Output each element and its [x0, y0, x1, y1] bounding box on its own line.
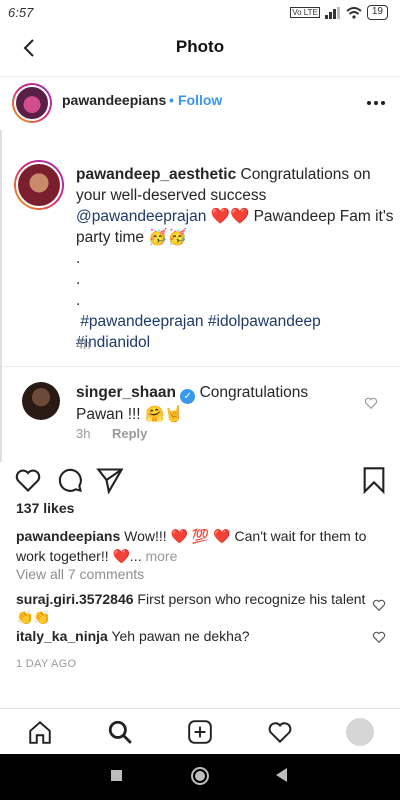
more-dots-icon[interactable]	[366, 99, 386, 107]
page-title: Photo	[175, 37, 225, 56]
caption-dot: .	[76, 250, 81, 267]
heart-icon[interactable]	[364, 396, 378, 410]
like-count[interactable]: 137 likes	[16, 500, 74, 516]
follow-button[interactable]: Follow	[178, 92, 222, 108]
heart-icon[interactable]	[267, 719, 293, 745]
caption-author-avatar[interactable]	[14, 160, 64, 210]
heart-icon[interactable]	[372, 598, 386, 612]
poster-avatar[interactable]	[12, 83, 52, 123]
verified-badge-icon: ✓	[180, 389, 196, 404]
comment-emoji: 👏👏	[16, 609, 51, 625]
caption-emoji-1: ❤️❤️	[206, 208, 254, 225]
heart-icon[interactable]	[372, 630, 386, 644]
top-bar: Photo	[0, 26, 400, 70]
back-triangle-icon[interactable]	[276, 768, 287, 782]
battery-icon: 19	[366, 5, 388, 20]
caption-username[interactable]: pawandeep_aesthetic	[76, 166, 236, 183]
wifi-icon	[346, 6, 362, 19]
reply-text: singer_shaan ✓ Congratulations Pawan !!!…	[76, 382, 356, 425]
caption-timestamp: 4h	[76, 337, 91, 352]
lte-indicator: Vo LTE	[290, 7, 320, 18]
comment-body: First person who recognize his talent	[133, 591, 366, 607]
heart-icon[interactable]	[14, 466, 42, 494]
reply-emoji: 🤗🤘	[144, 406, 184, 423]
caption-emoji-2: 🥳🥳	[148, 229, 187, 246]
comment-preview: pawandeepians Wow!!! ❤️ 💯 ❤️ Can't wait …	[16, 526, 386, 566]
comment-username[interactable]: suraj.giri.3572846	[16, 591, 134, 607]
more-link[interactable]: more	[142, 548, 177, 564]
home-button-dot	[195, 771, 205, 781]
reply-username[interactable]: singer_shaan	[76, 384, 176, 401]
bookmark-icon[interactable]	[360, 466, 388, 494]
list-item: italy_ka_ninja Yeh pawan ne dekha?	[16, 628, 250, 644]
mention-link[interactable]: @pawandeeprajan	[76, 208, 206, 225]
bottom-nav	[0, 708, 400, 754]
comments-panel: pawandeep_aesthetic Congratulations on y…	[0, 130, 400, 462]
view-all-comments-link[interactable]: View all 7 comments	[16, 566, 144, 582]
add-post-icon[interactable]	[187, 719, 213, 745]
action-bar	[0, 462, 400, 498]
hashtag-link[interactable]: #idolpawandeep	[208, 313, 321, 330]
comment-username[interactable]: italy_ka_ninja	[16, 628, 108, 644]
comment-username[interactable]: pawandeepians	[16, 528, 120, 544]
recents-icon[interactable]	[111, 770, 122, 781]
send-icon[interactable]	[96, 466, 124, 494]
system-nav-bar	[0, 754, 400, 800]
post-header: pawandeepians • Follow	[0, 76, 400, 128]
caption-text: pawandeep_aesthetic Congratulations on y…	[76, 164, 396, 353]
caption-dot: .	[76, 292, 81, 309]
caption-dot: .	[76, 271, 81, 288]
reply-timestamp: 3h	[76, 426, 91, 441]
home-icon[interactable]	[27, 719, 53, 745]
status-icons: Vo LTE 19	[290, 5, 388, 20]
divider	[2, 366, 400, 367]
signal-icon	[324, 6, 340, 19]
poster-username[interactable]: pawandeepians	[62, 92, 166, 108]
status-bar: 6:57 Vo LTE 19	[0, 0, 400, 26]
reply-button[interactable]: Reply	[112, 426, 147, 441]
hashtag-link[interactable]: #pawandeeprajan	[80, 313, 203, 330]
search-icon[interactable]	[107, 719, 133, 745]
status-time: 6:57	[8, 5, 34, 20]
separator-dot: •	[169, 92, 174, 108]
list-item: suraj.giri.3572846 First person who reco…	[16, 590, 371, 626]
comment-icon[interactable]	[56, 466, 84, 494]
profile-avatar[interactable]	[346, 718, 374, 746]
comment-body: Yeh pawan ne dekha?	[107, 628, 250, 644]
reply-author-avatar[interactable]	[22, 382, 60, 420]
post-date: 1 DAY AGO	[16, 658, 77, 670]
